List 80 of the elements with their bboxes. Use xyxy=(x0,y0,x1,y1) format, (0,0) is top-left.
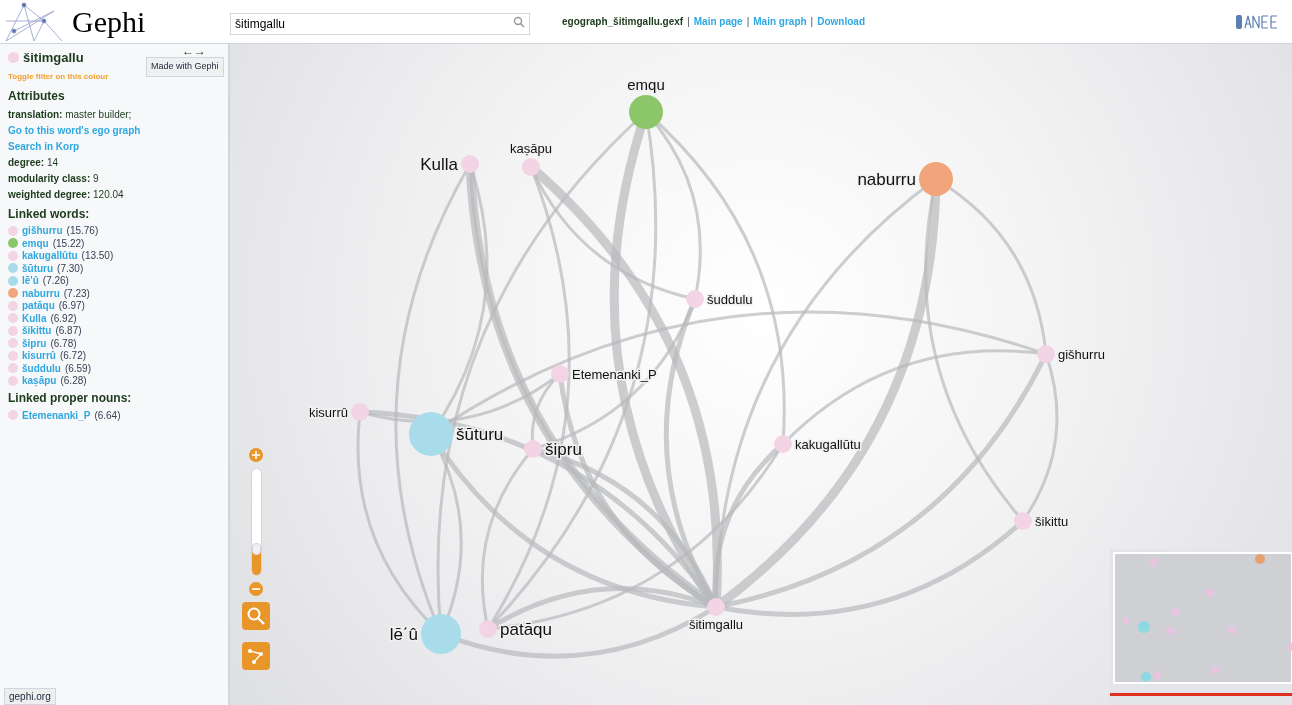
node-label: šitimgallu xyxy=(688,617,744,632)
node-label: gišhurru xyxy=(1058,346,1105,362)
weight-text: (7.23) xyxy=(63,286,90,301)
node-label: šikittu xyxy=(1035,513,1069,529)
attribute-text: translation: master builder; xyxy=(8,107,133,122)
plus-icon xyxy=(252,451,260,459)
slider-handle[interactable] xyxy=(251,542,261,555)
attribute-link[interactable]: Search in Korp xyxy=(8,138,220,154)
node-label: patāqu xyxy=(500,619,552,639)
logo-text: Gephi xyxy=(72,6,146,37)
graph-node[interactable] xyxy=(421,614,461,654)
attribute-text: modularity class: 9 xyxy=(8,171,100,186)
node-label: kisurrû xyxy=(309,404,348,420)
zoom-out-button[interactable] xyxy=(249,582,263,596)
node-label: Kulla xyxy=(420,154,458,174)
separator: | xyxy=(687,15,690,29)
graph-node[interactable] xyxy=(774,435,792,453)
status-link[interactable]: gephi.org xyxy=(4,688,56,705)
search-icon[interactable] xyxy=(513,15,525,28)
search-field[interactable]: šitimgallu xyxy=(230,12,530,35)
section-heading: Linked proper nouns: xyxy=(8,390,133,407)
weight-text: (7.30) xyxy=(57,261,84,276)
attribute-text: weighted degree: 120.04 xyxy=(8,187,125,202)
weight-text: (15.22) xyxy=(52,236,85,251)
weight-text: (6.72) xyxy=(59,349,87,364)
node-label: naburru xyxy=(857,169,916,189)
weight-text: (15.76) xyxy=(66,224,99,239)
node-label: Etemenanki_P xyxy=(572,366,657,382)
graph-node[interactable] xyxy=(524,440,542,458)
word-link[interactable]: kaṣāpu xyxy=(22,373,57,389)
graph-node[interactable] xyxy=(479,620,497,638)
node-label: šuddulu xyxy=(707,291,753,307)
weight-text: (6.97) xyxy=(58,299,85,314)
minimap-drawing[interactable] xyxy=(1110,549,1292,705)
separator: | xyxy=(810,15,814,29)
zoom-in-button[interactable] xyxy=(249,448,263,462)
graph-node[interactable] xyxy=(351,403,369,421)
weight-text: (13.50) xyxy=(81,249,114,264)
network-logo-icon xyxy=(4,0,64,43)
file-name: egograph_šitimgallu.gexf xyxy=(562,15,684,29)
weight-text: (6.59) xyxy=(64,361,91,376)
graph-node[interactable] xyxy=(919,162,953,196)
section-heading: Linked words: xyxy=(8,205,91,223)
resize-arrows[interactable]: ←→ xyxy=(182,45,206,57)
nav-link[interactable]: Download xyxy=(817,14,865,29)
weight-text: (6.28) xyxy=(60,374,87,389)
graph-node[interactable] xyxy=(551,365,569,383)
graph-node[interactable] xyxy=(629,95,663,129)
word-link[interactable]: Etemenanki_P xyxy=(22,407,91,423)
node-label: šipru xyxy=(545,439,582,459)
node-title: šitimgallu xyxy=(23,49,84,67)
search-button[interactable] xyxy=(242,602,270,630)
separator: | xyxy=(746,15,750,29)
connected-nodes-icon xyxy=(247,647,265,665)
tooltip: Made with Gephi xyxy=(146,57,224,77)
attribute-text: degree: 14 xyxy=(8,155,60,170)
weight-text: (6.64) xyxy=(94,408,121,423)
search-icon xyxy=(246,606,266,626)
nav-link[interactable]: Main graph xyxy=(753,14,807,29)
zoom-slider[interactable] xyxy=(250,468,262,576)
weight-text: (6.87) xyxy=(55,324,82,339)
graph-node[interactable] xyxy=(1037,345,1055,363)
weight-text: (6.78) xyxy=(50,336,77,351)
graph-node[interactable] xyxy=(409,412,453,456)
layout-button[interactable] xyxy=(242,642,270,670)
nav-link[interactable]: Main page xyxy=(693,14,743,29)
node-label: kaṣāpu xyxy=(510,141,552,156)
graph-node[interactable] xyxy=(461,155,479,173)
weight-text: (6.92) xyxy=(50,311,77,326)
node-label: kakugallūtu xyxy=(795,436,861,452)
section-heading: Attributes xyxy=(8,87,66,105)
graph-node[interactable] xyxy=(707,598,725,616)
node-label: šūturu xyxy=(456,424,504,444)
node-label: lē΄û xyxy=(389,624,418,644)
graph-node[interactable] xyxy=(686,290,704,308)
graph-node[interactable] xyxy=(522,158,540,176)
minus-icon xyxy=(252,585,260,593)
attribute-link[interactable]: Go to this word's ego graph xyxy=(8,122,220,138)
node-label: emqu xyxy=(627,76,665,93)
graph-node[interactable] xyxy=(1014,512,1032,530)
